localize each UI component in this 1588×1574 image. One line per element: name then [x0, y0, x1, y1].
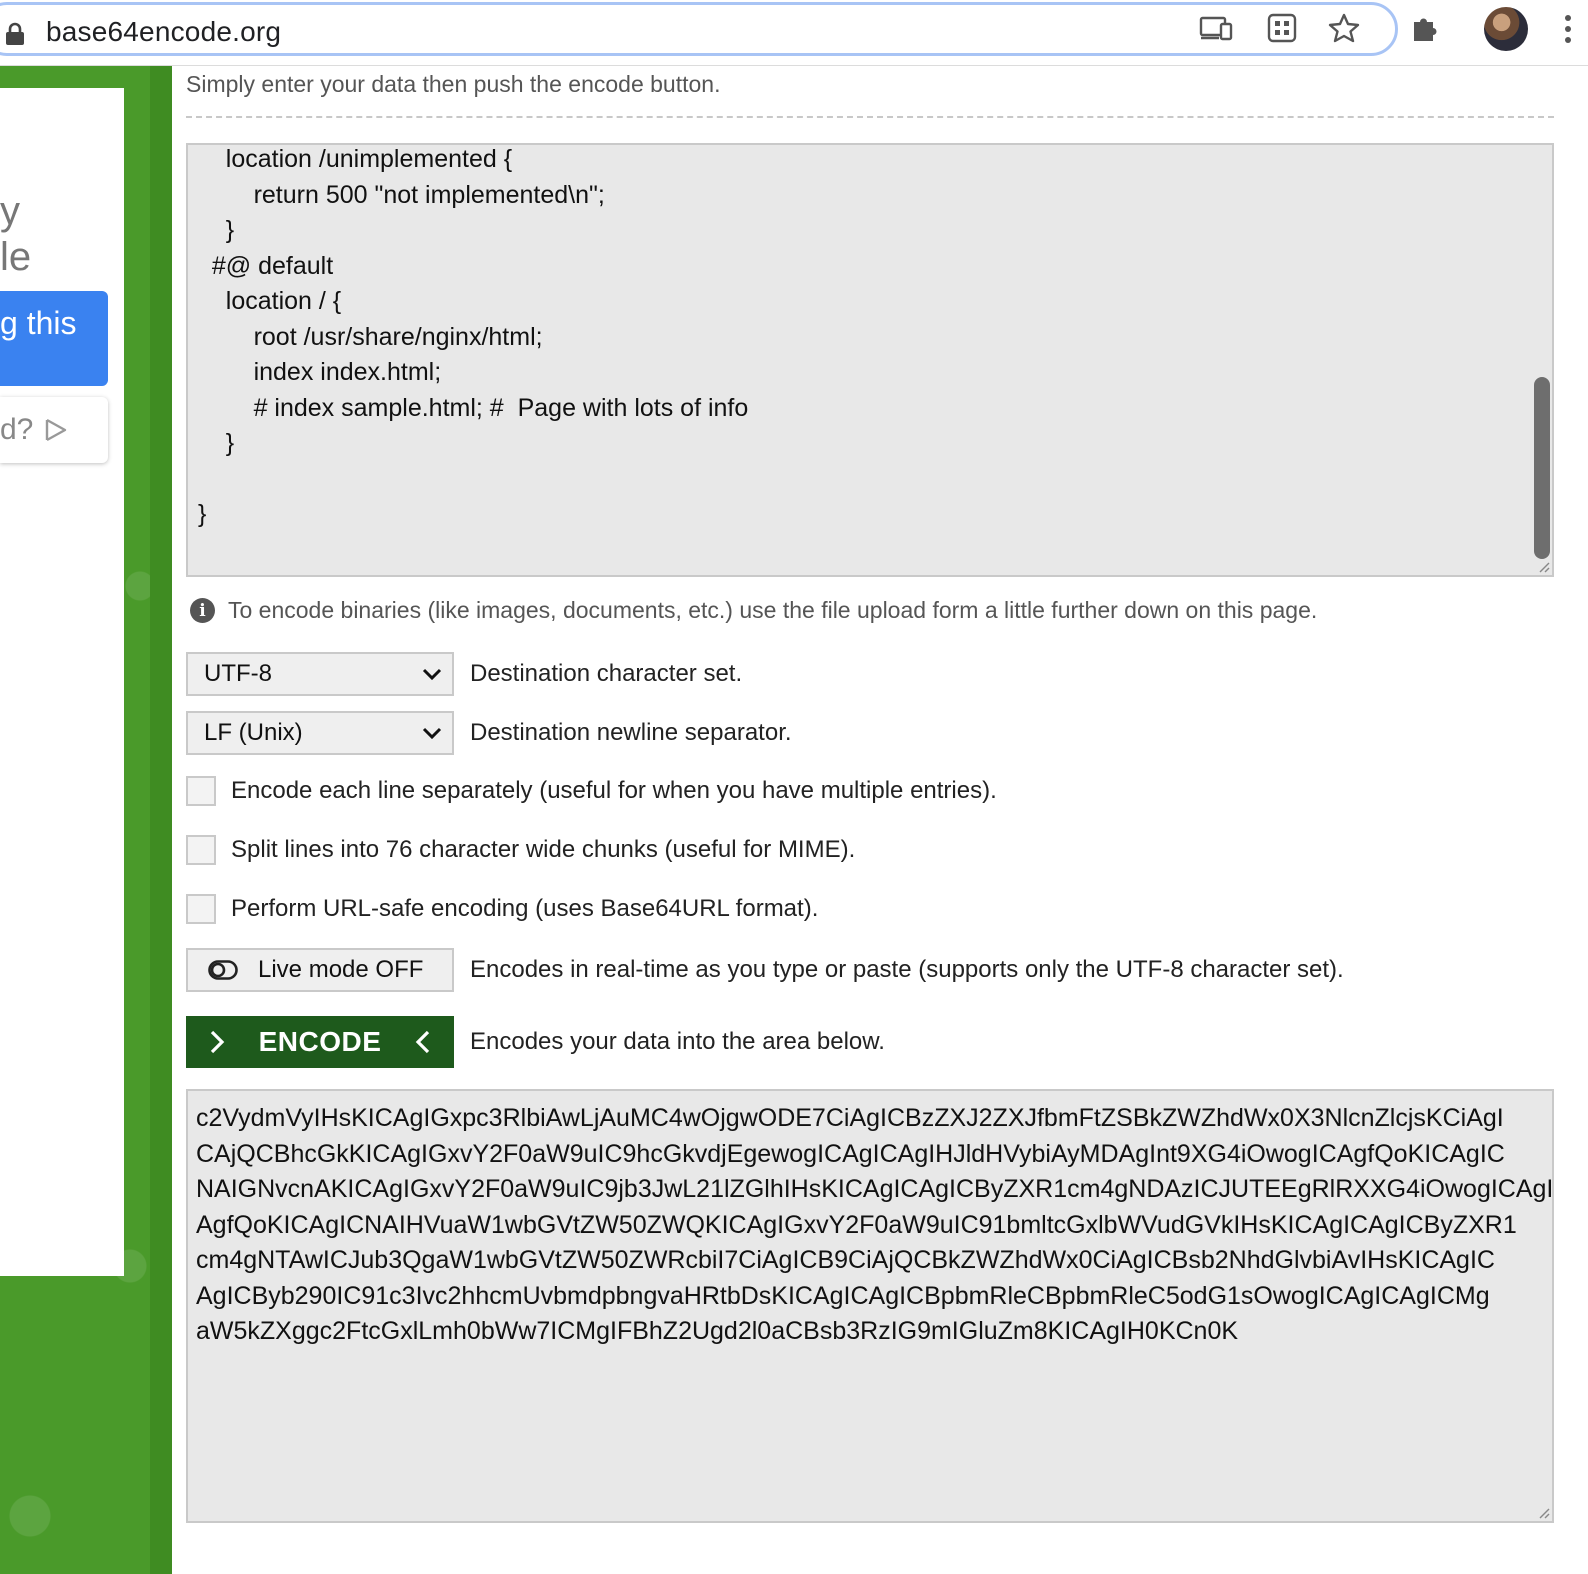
promo-button[interactable]: g this [0, 291, 108, 386]
promo-feedback-label: d? [0, 413, 34, 446]
charset-value: UTF-8 [204, 660, 272, 687]
newline-row: LF (Unix) Destination newline separator. [186, 711, 792, 755]
charset-label: Destination character set. [470, 660, 743, 687]
encode-lines-separately-checkbox[interactable] [186, 776, 216, 806]
info-icon: i [190, 598, 215, 623]
cast-icon[interactable] [1196, 8, 1236, 48]
source-line: #@ default [198, 251, 334, 280]
source-line: location / { [198, 287, 342, 315]
chevron-down-icon [422, 668, 442, 681]
option-row: Encode each line separately (useful for … [186, 776, 997, 806]
output-line: c2VydmVyIHsKICAgIGxpc3RlbiAwLjAuMC4wOjgw… [196, 1104, 1504, 1132]
encode-lines-separately-label[interactable]: Encode each line separately (useful for … [231, 777, 997, 805]
bookmark-star-icon[interactable] [1324, 8, 1364, 48]
option-row: Perform URL-safe encoding (uses Base64UR… [186, 894, 818, 924]
chevron-down-icon [422, 727, 442, 740]
source-line: index index.html; [198, 358, 442, 386]
encode-button-label: ENCODE [258, 1026, 382, 1057]
newline-select[interactable]: LF (Unix) [186, 711, 454, 755]
intro-text: Simply enter your data then push the enc… [186, 71, 721, 97]
output-textarea[interactable]: c2VydmVyIHsKICAgIGxpc3RlbiAwLjAuMC4wOjgw… [186, 1089, 1554, 1523]
live-mode-description: Encodes in real-time as you type or past… [470, 956, 1344, 983]
url-text[interactable]: base64encode.org [46, 16, 281, 48]
chevron-left-icon [415, 1030, 430, 1054]
source-textarea[interactable]: location /unimplemented { return 500 "no… [186, 143, 1554, 577]
info-text: To encode binaries (like images, documen… [228, 597, 1318, 623]
lock-icon[interactable] [5, 22, 25, 46]
address-bar[interactable]: base64encode.org [0, 2, 1398, 56]
live-mode-row: Live mode OFF Encodes in real-time as yo… [186, 948, 1344, 992]
split-lines-checkbox[interactable] [186, 835, 216, 865]
menu-kebab-icon[interactable] [1556, 10, 1580, 50]
promo-text-line: le [0, 235, 32, 279]
toggle-off-icon [208, 960, 238, 980]
output-line: cm4gNTAwICJub3QgaW1wbGVtZW50ZWRcbiI7CiAg… [196, 1246, 1495, 1274]
split-lines-label[interactable]: Split lines into 76 character wide chunk… [231, 836, 855, 864]
promo-feedback-button[interactable]: d? [0, 397, 108, 463]
binary-info: i To encode binaries (like images, docum… [190, 597, 1317, 624]
live-mode-label: Live mode OFF [258, 956, 424, 983]
promo-text: y le [0, 188, 31, 280]
divider [186, 116, 1554, 118]
source-line: } [198, 429, 235, 457]
play-outline-icon [46, 418, 67, 442]
extensions-puzzle-icon[interactable] [1404, 8, 1444, 48]
output-line: aW5kZXggc2FtcGxlLmh0bWw7ICMgIFBhZ2Ugd2l0… [196, 1317, 1239, 1345]
charset-row: UTF-8 Destination character set. [186, 652, 742, 696]
source-line: root /usr/share/nginx/html; [198, 322, 543, 351]
source-line: return 500 "not implemented\n"; [198, 180, 605, 209]
promo-panel: y le g this d? [0, 88, 124, 1276]
resize-handle-icon[interactable] [1538, 561, 1550, 573]
source-line: # index sample.html; # Page with lots of… [198, 393, 749, 422]
encode-row: ENCODE Encodes your data into the area b… [186, 1016, 885, 1068]
promo-button-label: g this [0, 305, 77, 341]
output-line: AgICByb290IC91c3Ivc2hhcmUvbmdpbngvaHRtbD… [196, 1281, 1490, 1310]
encode-button[interactable]: ENCODE [186, 1016, 454, 1068]
resize-handle-icon[interactable] [1538, 1507, 1550, 1519]
url-safe-checkbox[interactable] [186, 894, 216, 924]
live-mode-toggle[interactable]: Live mode OFF [186, 948, 454, 992]
encode-description: Encodes your data into the area below. [470, 1028, 885, 1055]
qr-code-icon[interactable] [1262, 8, 1302, 48]
source-line: location /unimplemented { [198, 145, 513, 173]
source-line: } [198, 216, 235, 244]
textarea-scrollbar[interactable] [1534, 377, 1550, 559]
charset-select[interactable]: UTF-8 [186, 652, 454, 696]
decorative-stripe [150, 66, 172, 1574]
output-line: AgfQoKICAgICNAIHVuaW1wbGVtZW50ZWQKICAgIG… [196, 1210, 1517, 1239]
chevron-right-icon [210, 1030, 225, 1054]
option-row: Split lines into 76 character wide chunk… [186, 835, 855, 865]
browser-toolbar: base64encode.org [0, 0, 1588, 66]
newline-label: Destination newline separator. [470, 719, 792, 746]
url-safe-label[interactable]: Perform URL-safe encoding (uses Base64UR… [231, 895, 818, 923]
newline-value: LF (Unix) [204, 719, 303, 746]
output-line: CAjQCBhcGkKICAgIGxvY2F0aW9uIC9hcGkvdjEge… [196, 1139, 1505, 1168]
profile-avatar[interactable] [1484, 7, 1528, 51]
source-line: } [198, 500, 207, 528]
promo-text-line: y [0, 189, 20, 233]
output-line: NAIGNvcnAKICAgIGxvY2F0aW9uIC9jb3JwL21lZG… [196, 1175, 1554, 1203]
